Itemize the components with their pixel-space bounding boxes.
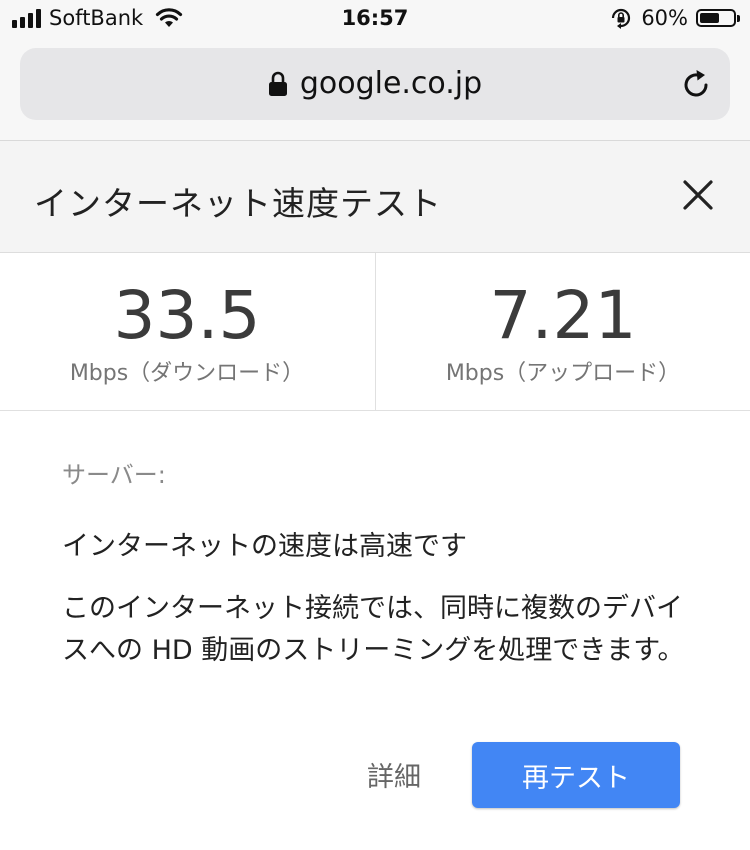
battery-icon [696,9,740,27]
close-icon[interactable] [680,177,716,213]
details-button[interactable]: 詳細 [346,742,442,806]
lock-icon [268,71,287,96]
status-bar-right: 60% [609,6,740,30]
carrier-name: SoftBank [49,6,144,30]
retest-button[interactable]: 再テスト [472,742,680,808]
speed-test-header: インターネット速度テスト [0,141,750,253]
signal-bars-icon [12,8,41,28]
speed-test-title: インターネット速度テスト [34,184,442,223]
upload-speed-unit: Mbps（アップロード） [445,361,681,386]
speed-summary-description: このインターネット接続では、同時に複数のデバイスへの HD 動画のストリーミング… [62,593,685,666]
download-speed-value: 33.5 [113,277,261,354]
status-bar: SoftBank 16:57 60% [0,0,750,44]
download-speed-unit: Mbps（ダウンロード） [69,361,305,386]
upload-result: 7.21 Mbps（アップロード） [375,253,750,410]
battery-percent: 60% [641,6,688,30]
wifi-icon [156,8,183,27]
server-label: サーバー: [62,461,166,489]
upload-speed-value: 7.21 [489,277,637,354]
address-bar[interactable]: google.co.jp [20,48,730,120]
speed-results: 33.5 Mbps（ダウンロード） 7.21 Mbps（アップロード） [0,253,750,411]
url-text: google.co.jp [299,66,483,101]
download-result: 33.5 Mbps（ダウンロード） [0,253,374,410]
orientation-lock-icon [612,8,631,29]
speed-summary-headline: インターネットの速度は高速です [62,531,467,562]
battery-fill [700,13,720,23]
status-bar-left: SoftBank [12,6,183,30]
reload-icon[interactable] [680,68,712,100]
address-display: google.co.jp [20,66,730,101]
browser-toolbar: google.co.jp [0,44,750,141]
